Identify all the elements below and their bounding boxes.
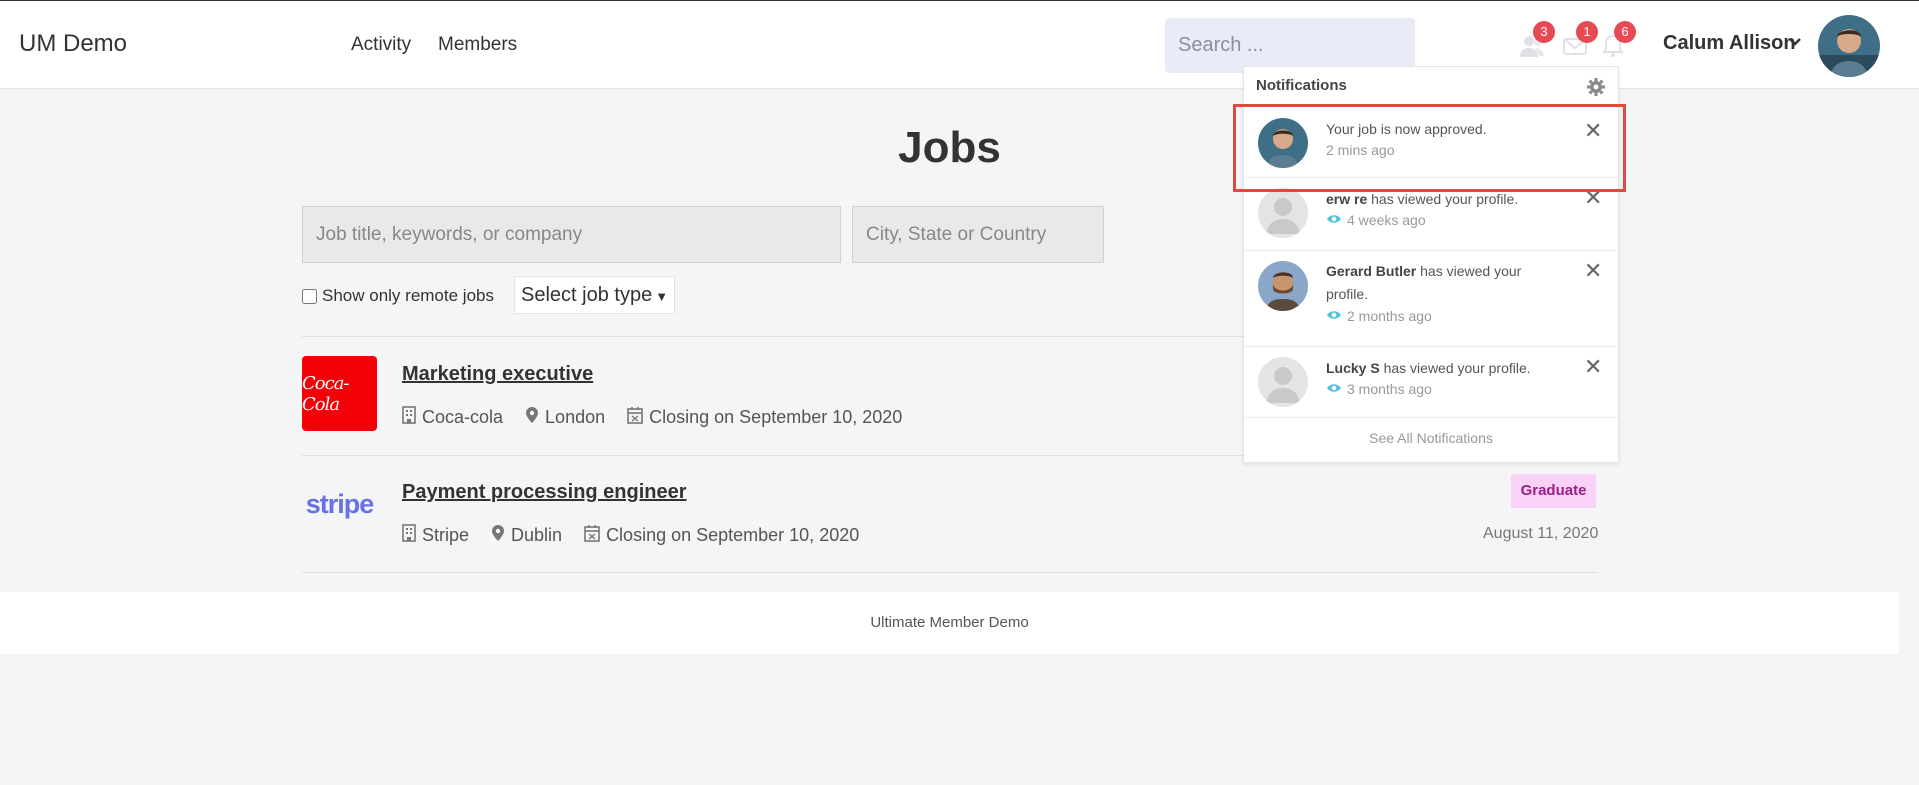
job-type-selected: Select job type bbox=[521, 284, 653, 306]
friend-requests-badge: 3 bbox=[1533, 21, 1555, 43]
remote-jobs-filter[interactable]: Show only remote jobs bbox=[302, 286, 494, 306]
building-icon bbox=[402, 406, 416, 429]
calendar-icon bbox=[584, 524, 600, 547]
notification-item[interactable]: Lucky S has viewed your profile. 3 month… bbox=[1244, 347, 1618, 418]
notification-text: Lucky S has viewed your profile. bbox=[1326, 357, 1556, 380]
friend-requests-icon[interactable]: 3 bbox=[1519, 21, 1555, 59]
avatar bbox=[1258, 261, 1308, 311]
eye-icon bbox=[1326, 381, 1342, 397]
eye-icon bbox=[1326, 212, 1342, 228]
chevron-down-icon[interactable] bbox=[1788, 35, 1802, 52]
user-avatar[interactable] bbox=[1818, 15, 1880, 77]
job-title-link[interactable]: Payment processing engineer bbox=[402, 481, 687, 504]
stripe-logo[interactable]: stripe bbox=[302, 489, 377, 520]
notifications-bell-icon[interactable]: 6 bbox=[1600, 21, 1636, 59]
job-company: Stripe bbox=[422, 525, 470, 545]
notification-user-name[interactable]: Lucky S bbox=[1326, 360, 1380, 376]
job-type-badge: Graduate bbox=[1511, 474, 1596, 508]
notifications-badge: 6 bbox=[1614, 21, 1636, 43]
remote-jobs-checkbox[interactable] bbox=[302, 288, 317, 304]
coca-cola-logo[interactable]: Coca-Cola bbox=[302, 356, 377, 431]
highlight-box bbox=[1233, 104, 1626, 192]
messages-icon[interactable]: 1 bbox=[1562, 21, 1598, 59]
avatar bbox=[1258, 357, 1308, 407]
calendar-icon bbox=[627, 406, 643, 429]
notification-item[interactable]: Gerard Butler has viewed your profile. 2… bbox=[1244, 251, 1618, 347]
page-footer: Ultimate Member Demo bbox=[0, 592, 1899, 654]
job-meta: Stripe Dublin Closing on September 10, 2… bbox=[402, 524, 859, 547]
job-closing-date: Closing on September 10, 2020 bbox=[649, 407, 903, 427]
see-all-notifications-link[interactable]: See All Notifications bbox=[1244, 430, 1618, 446]
location-search-field[interactable] bbox=[852, 206, 1104, 263]
site-brand[interactable]: UM Demo bbox=[19, 30, 127, 58]
notification-message: has viewed your profile. bbox=[1367, 191, 1519, 207]
messages-badge: 1 bbox=[1576, 21, 1598, 43]
job-title-link[interactable]: Marketing executive bbox=[402, 363, 593, 386]
notification-text: Gerard Butler has viewed your profile. bbox=[1326, 260, 1556, 306]
notification-message: has viewed your profile. bbox=[1379, 360, 1531, 376]
notification-user-name[interactable]: erw re bbox=[1326, 191, 1367, 207]
notification-time: 3 months ago bbox=[1326, 381, 1432, 397]
job-company: Coca-cola bbox=[422, 407, 504, 427]
chevron-down-icon: ▼ bbox=[655, 289, 669, 304]
top-header: UM Demo Activity Members 3 1 6 Calum All… bbox=[0, 0, 1919, 89]
job-meta: Coca-cola London Closing on September 10… bbox=[402, 406, 902, 429]
nav-members[interactable]: Members bbox=[438, 34, 517, 56]
keyword-search-field[interactable] bbox=[302, 206, 841, 263]
search-input[interactable] bbox=[1165, 18, 1415, 73]
avatar bbox=[1258, 188, 1308, 238]
gear-icon[interactable] bbox=[1586, 77, 1606, 97]
job-closing-date: Closing on September 10, 2020 bbox=[606, 525, 860, 545]
divider bbox=[302, 572, 1598, 573]
job-location: Dublin bbox=[511, 525, 563, 545]
close-icon[interactable]: ✕ bbox=[1584, 260, 1602, 282]
map-pin-icon bbox=[525, 406, 539, 429]
notification-time-text: 4 weeks ago bbox=[1347, 212, 1426, 228]
remote-jobs-label: Show only remote jobs bbox=[322, 286, 494, 305]
eye-icon bbox=[1326, 308, 1342, 324]
notification-user-name[interactable]: Gerard Butler bbox=[1326, 263, 1416, 279]
user-name[interactable]: Calum Allison bbox=[1663, 32, 1796, 55]
job-posted-date: August 11, 2020 bbox=[1483, 525, 1599, 542]
job-type-select[interactable]: Select job type ▼ bbox=[514, 276, 675, 314]
notification-time-text: 3 months ago bbox=[1347, 381, 1432, 397]
notification-time: 2 months ago bbox=[1326, 308, 1432, 324]
notifications-heading: Notifications bbox=[1256, 77, 1347, 94]
nav-activity[interactable]: Activity bbox=[351, 34, 411, 56]
notification-time: 4 weeks ago bbox=[1326, 212, 1426, 228]
notification-time-text: 2 months ago bbox=[1347, 308, 1432, 324]
close-icon[interactable]: ✕ bbox=[1584, 356, 1602, 378]
building-icon bbox=[402, 524, 416, 547]
job-location: London bbox=[545, 407, 606, 427]
map-pin-icon bbox=[491, 524, 505, 547]
